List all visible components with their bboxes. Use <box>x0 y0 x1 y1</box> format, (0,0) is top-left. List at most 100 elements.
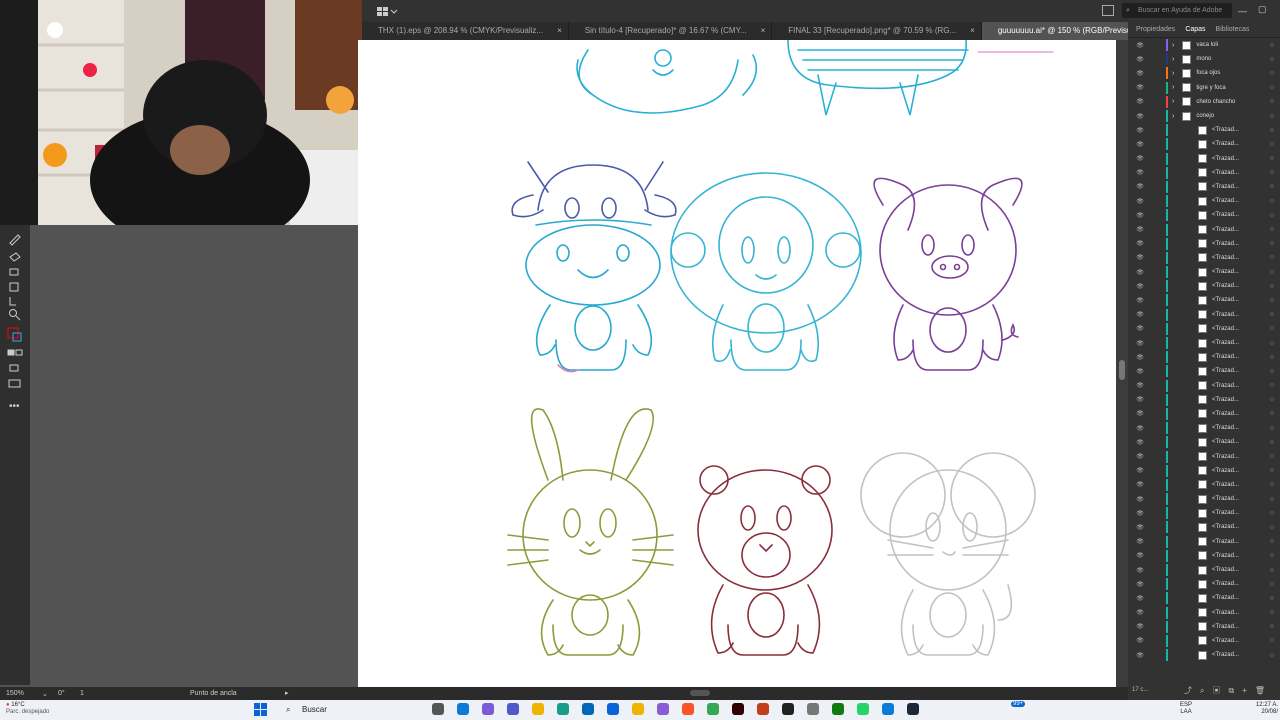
mouse-drawing[interactable] <box>860 452 1036 656</box>
sublayer-row[interactable]: 👁 <Trazad... ○ <box>1128 251 1280 265</box>
layer-name[interactable]: foca ojos <box>1196 70 1220 76</box>
sublayer-row[interactable]: 👁 <Trazad... ○ <box>1128 293 1280 307</box>
tab-document-2[interactable]: Sin título-4 [Recuperado]* @ 16.67 % (CM… <box>569 22 773 40</box>
brave-icon[interactable] <box>682 703 694 715</box>
artboard-canvas[interactable] <box>358 40 1116 687</box>
visibility-eye-icon[interactable]: 👁 <box>1134 141 1146 148</box>
layer-name[interactable]: <Trazad... <box>1212 212 1239 218</box>
target-circle-icon[interactable]: ○ <box>1270 297 1274 304</box>
cow-drawing[interactable] <box>511 161 677 373</box>
layer-name[interactable]: <Trazad... <box>1212 652 1239 658</box>
target-circle-icon[interactable]: ○ <box>1270 481 1274 488</box>
visibility-eye-icon[interactable]: 👁 <box>1134 595 1146 602</box>
layer-name[interactable]: <Trazad... <box>1212 595 1239 601</box>
target-circle-icon[interactable]: ○ <box>1270 340 1274 347</box>
tab-document-3[interactable]: FINAL 33 [Recuperado].png* @ 70.59 % (RG… <box>772 22 982 40</box>
layer-name[interactable]: <Trazad... <box>1212 127 1239 133</box>
layer-name[interactable]: <Trazad... <box>1212 141 1239 147</box>
minimize-icon[interactable]: — <box>1238 6 1247 16</box>
layer-name[interactable]: <Trazad... <box>1212 312 1239 318</box>
layer-name[interactable]: <Trazad... <box>1212 227 1239 233</box>
visibility-eye-icon[interactable]: 👁 <box>1134 212 1146 219</box>
target-circle-icon[interactable]: ○ <box>1270 467 1274 474</box>
layer-row[interactable]: 👁 › conejo ○ <box>1128 109 1280 123</box>
target-circle-icon[interactable]: ○ <box>1270 113 1274 120</box>
layer-name[interactable]: <Trazad... <box>1212 439 1239 445</box>
store-icon[interactable] <box>582 703 594 715</box>
layer-name[interactable]: <Trazad... <box>1212 241 1239 247</box>
layer-name[interactable]: <Trazad... <box>1212 581 1239 587</box>
target-circle-icon[interactable]: ○ <box>1270 198 1274 205</box>
target-circle-icon[interactable]: ○ <box>1270 552 1274 559</box>
visibility-eye-icon[interactable]: 👁 <box>1134 340 1146 347</box>
sublayer-row[interactable]: 👁 <Trazad... ○ <box>1128 180 1280 194</box>
sublayer-row[interactable]: 👁 <Trazad... ○ <box>1128 435 1280 449</box>
visibility-eye-icon[interactable]: 👁 <box>1134 311 1146 318</box>
layer-row[interactable]: 👁 › cheto chancho ○ <box>1128 95 1280 109</box>
layer-row[interactable]: 👁 › vaca loli ○ <box>1128 38 1280 52</box>
layer-row[interactable]: 👁 › tigre y foca ○ <box>1128 81 1280 95</box>
visibility-eye-icon[interactable]: 👁 <box>1134 283 1146 290</box>
steam-icon[interactable] <box>907 703 919 715</box>
target-circle-icon[interactable]: ○ <box>1270 226 1274 233</box>
visibility-eye-icon[interactable]: 👁 <box>1134 609 1146 616</box>
layer-name[interactable]: <Trazad... <box>1212 411 1239 417</box>
target-circle-icon[interactable]: ○ <box>1270 127 1274 134</box>
sublayer-row[interactable]: 👁 <Trazad... ○ <box>1128 407 1280 421</box>
sublayer-row[interactable]: 👁 <Trazad... ○ <box>1128 492 1280 506</box>
layer-name[interactable]: <Trazad... <box>1212 510 1239 516</box>
layer-name[interactable]: tigre y foca <box>1196 85 1225 91</box>
visibility-eye-icon[interactable]: 👁 <box>1134 198 1146 205</box>
settings-icon[interactable] <box>807 703 819 715</box>
visibility-eye-icon[interactable]: 👁 <box>1134 113 1146 120</box>
folder-icon[interactable] <box>632 703 644 715</box>
rotation-angle[interactable]: 0° <box>58 690 65 697</box>
sublayer-row[interactable]: 👁 <Trazad... ○ <box>1128 166 1280 180</box>
visibility-eye-icon[interactable]: 👁 <box>1134 481 1146 488</box>
visibility-eye-icon[interactable]: 👁 <box>1134 226 1146 233</box>
target-circle-icon[interactable]: ○ <box>1270 141 1274 148</box>
outlook-icon[interactable] <box>607 703 619 715</box>
teams-icon[interactable] <box>507 703 519 715</box>
visibility-eye-icon[interactable]: 👁 <box>1134 368 1146 375</box>
target-circle-icon[interactable]: ○ <box>1270 56 1274 63</box>
arrange-documents-icon[interactable] <box>376 5 398 17</box>
tab-properties[interactable]: Propiedades <box>1136 26 1175 33</box>
target-circle-icon[interactable]: ○ <box>1270 623 1274 630</box>
target-circle-icon[interactable]: ○ <box>1270 581 1274 588</box>
visibility-eye-icon[interactable]: 👁 <box>1134 396 1146 403</box>
target-circle-icon[interactable]: ○ <box>1270 538 1274 545</box>
sublayer-row[interactable]: 👁 <Trazad... ○ <box>1128 152 1280 166</box>
target-circle-icon[interactable]: ○ <box>1270 240 1274 247</box>
visibility-eye-icon[interactable]: 👁 <box>1134 623 1146 630</box>
target-circle-icon[interactable]: ○ <box>1270 524 1274 531</box>
sublayer-row[interactable]: 👁 <Trazad... ○ <box>1128 577 1280 591</box>
xbox-icon[interactable] <box>832 703 844 715</box>
layer-name[interactable]: conejo <box>1196 113 1214 119</box>
visibility-eye-icon[interactable]: 👁 <box>1134 269 1146 276</box>
visibility-eye-icon[interactable]: 👁 <box>1134 127 1146 134</box>
layer-name[interactable]: <Trazad... <box>1212 553 1239 559</box>
target-circle-icon[interactable]: ○ <box>1270 637 1274 644</box>
sublayer-row[interactable]: 👁 <Trazad... ○ <box>1128 648 1280 662</box>
visibility-eye-icon[interactable]: 👁 <box>1134 567 1146 574</box>
explorer-icon[interactable] <box>532 703 544 715</box>
tab-document-1[interactable]: THX (1).eps @ 208.94 % (CMYK/Previsualiz… <box>362 22 569 40</box>
target-circle-icon[interactable]: ○ <box>1270 254 1274 261</box>
sublayer-row[interactable]: 👁 <Trazad... ○ <box>1128 364 1280 378</box>
sublayer-row[interactable]: 👁 <Trazad... ○ <box>1128 591 1280 605</box>
layer-name[interactable]: <Trazad... <box>1212 524 1239 530</box>
layer-name[interactable]: <Trazad... <box>1212 383 1239 389</box>
layer-name[interactable]: <Trazad... <box>1212 326 1239 332</box>
task-view-icon[interactable] <box>432 703 444 715</box>
pig-drawing[interactable] <box>873 177 1023 371</box>
sublayer-row[interactable]: 👁 <Trazad... ○ <box>1128 535 1280 549</box>
sublayer-row[interactable]: 👁 <Trazad... ○ <box>1128 322 1280 336</box>
layer-name[interactable]: mono <box>1196 56 1211 62</box>
visibility-eye-icon[interactable]: 👁 <box>1134 410 1146 417</box>
layer-name[interactable]: <Trazad... <box>1212 368 1239 374</box>
sublayer-row[interactable]: 👁 <Trazad... ○ <box>1128 634 1280 648</box>
target-circle-icon[interactable]: ○ <box>1270 396 1274 403</box>
target-circle-icon[interactable]: ○ <box>1270 183 1274 190</box>
expand-chevron-icon[interactable]: › <box>1172 42 1174 49</box>
